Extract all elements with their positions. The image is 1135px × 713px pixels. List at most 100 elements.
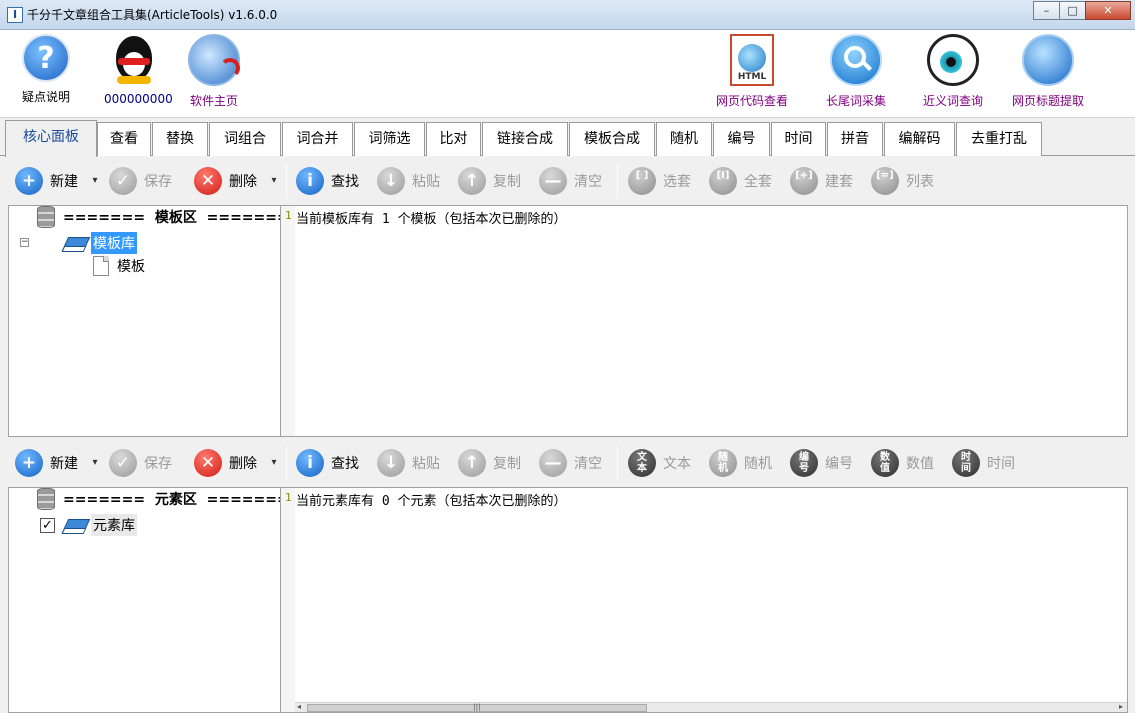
- tab-random[interactable]: 随机: [656, 122, 712, 156]
- plus-icon: +: [15, 449, 43, 477]
- tab-codec[interactable]: 编解码: [884, 122, 955, 156]
- tab-view[interactable]: 查看: [97, 122, 151, 156]
- element-save-button[interactable]: ✓ 保存: [109, 449, 172, 477]
- build-set-button[interactable]: [+] 建套: [790, 167, 853, 195]
- tab-link-compose[interactable]: 链接合成: [482, 122, 568, 156]
- toolbar-separator: [286, 446, 287, 480]
- template-save-button[interactable]: ✓ 保存: [109, 167, 172, 195]
- delete-dropdown-caret[interactable]: ▾: [268, 451, 280, 475]
- delete-x-icon: ✕: [194, 449, 222, 477]
- tab-word-merge[interactable]: 词合并: [282, 122, 353, 156]
- close-button[interactable]: ✕: [1085, 1, 1131, 20]
- qq-launcher[interactable]: 000000000: [104, 34, 173, 106]
- all-set-label: 全套: [744, 174, 772, 190]
- element-toolbar: + 新建 ▾ ✓ 保存 ✕ 删除 ▾ i 查找 ↓ 粘贴 ↑ 复制 — 清空 文 本文本 随 …: [0, 439, 1135, 487]
- template-new-button[interactable]: + 新建: [15, 167, 78, 195]
- element-library-node[interactable]: ✓ 元素库: [40, 514, 137, 536]
- toolbar-separator: [617, 446, 618, 480]
- element-tree-header: ======= 元素区 =======: [37, 488, 289, 510]
- qq-penguin-icon: [108, 34, 160, 86]
- insert-random-button[interactable]: 随 机随机: [709, 449, 772, 477]
- template-library-node[interactable]: 模板库: [63, 232, 137, 254]
- earth-icon: [1022, 34, 1074, 86]
- new-label: 新建: [50, 174, 78, 190]
- element-tree[interactable]: ======= 元素区 ======= ✓ 元素库: [8, 487, 289, 713]
- template-tree-header: ======= 模板区 =======: [37, 206, 289, 228]
- tree-collapse-icon[interactable]: −: [20, 238, 29, 247]
- template-delete-button[interactable]: ✕ 删除: [194, 167, 257, 195]
- title-extract-launcher[interactable]: 网页标题提取: [1010, 34, 1086, 109]
- arrow-down-icon: ↓: [377, 449, 405, 477]
- delete-dropdown-caret[interactable]: ▾: [268, 169, 280, 193]
- element-clear-button[interactable]: — 清空: [539, 449, 602, 477]
- window-controls: – □ ✕: [1033, 1, 1131, 20]
- template-copy-button[interactable]: ↑ 复制: [458, 167, 521, 195]
- maximize-button[interactable]: □: [1059, 1, 1086, 20]
- element-paste-button[interactable]: ↓ 粘贴: [377, 449, 440, 477]
- minus-icon: —: [539, 167, 567, 195]
- element-copy-button[interactable]: ↑ 复制: [458, 449, 521, 477]
- insert-text-button[interactable]: 文 本文本: [628, 449, 691, 477]
- new-label: 新建: [50, 456, 78, 472]
- window-title: 千分千文章组合工具集(ArticleTools) v1.6.0.0: [27, 8, 278, 22]
- select-set-label: 选套: [663, 174, 691, 190]
- qq-label: 000000000: [104, 92, 173, 106]
- tab-word-filter[interactable]: 词筛选: [354, 122, 425, 156]
- toolbar-separator: [617, 164, 618, 198]
- element-editor[interactable]: 1 当前元素库有 0 个元素（包括本次已删除的） ◂ ||| ▸: [280, 487, 1128, 713]
- scroll-right-icon[interactable]: ▸: [1119, 702, 1123, 711]
- minimize-button[interactable]: –: [1033, 1, 1060, 20]
- new-dropdown-caret[interactable]: ▾: [89, 451, 101, 475]
- library-checkbox[interactable]: ✓: [40, 517, 55, 533]
- insert-number-button[interactable]: 编 号编号: [790, 449, 853, 477]
- eye-icon: [927, 34, 979, 86]
- build-set-label: 建套: [825, 174, 853, 190]
- all-set-button[interactable]: [I] 全套: [709, 167, 772, 195]
- delete-x-icon: ✕: [194, 167, 222, 195]
- copy-label: 复制: [493, 456, 521, 472]
- help-icon: ?: [22, 34, 70, 82]
- insert-time-button[interactable]: 时 间时间: [952, 449, 1015, 477]
- tab-word-combine[interactable]: 词组合: [209, 122, 281, 156]
- tab-time[interactable]: 时间: [771, 122, 826, 156]
- template-clear-button[interactable]: — 清空: [539, 167, 602, 195]
- time-badge-icon: 时 间: [952, 449, 980, 477]
- template-tree[interactable]: ======= 模板区 ======= − 模板库 模板: [8, 205, 289, 437]
- tab-dedupe-shuffle[interactable]: 去重打乱: [956, 122, 1042, 156]
- html-view-launcher[interactable]: HTML 网页代码查看: [714, 34, 790, 109]
- select-set-button[interactable]: [ ] 选套: [628, 167, 691, 195]
- synonym-label: 近义词查询: [922, 94, 983, 108]
- template-editor[interactable]: 1 当前模板库有 1 个模板（包括本次已删除的）: [280, 205, 1128, 437]
- template-find-button[interactable]: i 查找: [296, 167, 359, 195]
- element-new-button[interactable]: + 新建: [15, 449, 78, 477]
- template-toolbar: + 新建 ▾ ✓ 保存 ✕ 删除 ▾ i 查找 ↓ 粘贴 ↑ 复制 — 清空 [ ] 选套 [I…: [0, 157, 1135, 205]
- arrow-up-icon: ↑: [458, 449, 486, 477]
- save-label: 保存: [144, 456, 172, 472]
- file-icon: [93, 256, 109, 276]
- element-delete-button[interactable]: ✕ 删除: [194, 449, 257, 477]
- insert-value-button[interactable]: 数 值数值: [871, 449, 934, 477]
- synonym-launcher[interactable]: 近义词查询: [921, 34, 985, 109]
- clear-label: 清空: [574, 174, 602, 190]
- element-find-button[interactable]: i 查找: [296, 449, 359, 477]
- help-launcher[interactable]: ? 疑点说明: [18, 34, 74, 105]
- tab-number[interactable]: 编号: [713, 122, 770, 156]
- horizontal-scrollbar[interactable]: ◂ ||| ▸: [295, 702, 1127, 712]
- tab-compare[interactable]: 比对: [426, 122, 481, 156]
- scroll-thumb[interactable]: |||: [307, 704, 647, 712]
- text-label: 文本: [663, 456, 691, 472]
- tab-replace[interactable]: 替换: [152, 122, 208, 156]
- text-badge-icon: 文 本: [628, 449, 656, 477]
- tab-core-panel[interactable]: 核心面板: [5, 120, 97, 157]
- homepage-launcher[interactable]: 软件主页: [186, 34, 242, 109]
- random-label: 随机: [744, 456, 772, 472]
- template-item-node[interactable]: 模板: [93, 256, 145, 276]
- tab-template-compose[interactable]: 模板合成: [569, 122, 655, 156]
- tab-pinyin[interactable]: 拼音: [827, 122, 883, 156]
- template-paste-button[interactable]: ↓ 粘贴: [377, 167, 440, 195]
- longtail-launcher[interactable]: 长尾词采集: [824, 34, 888, 109]
- list-button[interactable]: [=] 列表: [871, 167, 934, 195]
- scroll-left-icon[interactable]: ◂: [297, 702, 301, 711]
- new-dropdown-caret[interactable]: ▾: [89, 169, 101, 193]
- homepage-label: 软件主页: [189, 94, 238, 108]
